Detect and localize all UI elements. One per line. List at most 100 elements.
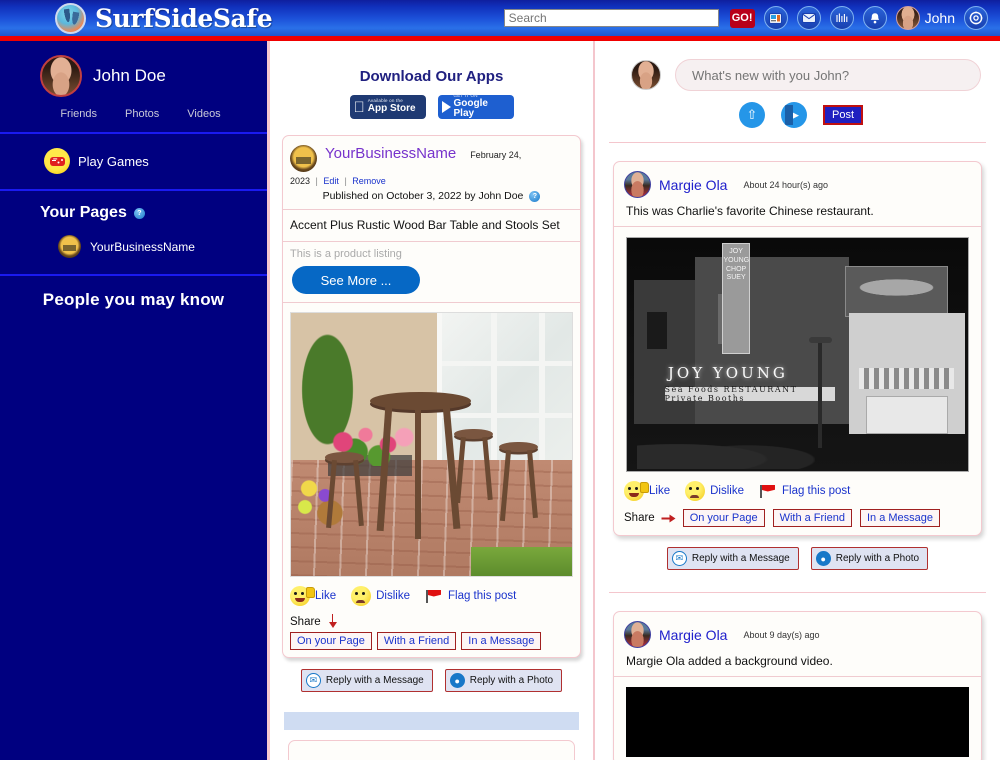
page-body: John Doe Friends Photos Videos Play Game… xyxy=(0,41,1000,760)
app-store-button[interactable]:  Available on the App Store xyxy=(350,95,426,119)
post-timestamp: About 9 day(s) ago xyxy=(743,630,819,640)
like-button[interactable]: Like xyxy=(649,485,670,497)
header-actions: GO! John xyxy=(504,6,988,30)
post-button[interactable]: Post xyxy=(823,105,863,125)
post-author-name[interactable]: Margie Ola xyxy=(659,177,727,193)
sidebar-page-label: YourBusinessName xyxy=(90,240,195,254)
share-in-a-message-button[interactable]: In a Message xyxy=(461,632,541,650)
reply-with-photo-button[interactable]: ● Reply with a Photo xyxy=(445,669,562,692)
status-composer: ⇧ ▶ Post xyxy=(609,41,986,143)
sidebar-pages-section: Your Pages ? YourBusinessName xyxy=(0,191,267,276)
reply-photo-label: Reply with a Photo xyxy=(470,675,553,686)
dislike-emoji-icon[interactable] xyxy=(351,586,371,606)
avatar[interactable] xyxy=(624,621,651,648)
share-on-your-page-button[interactable]: On your Page xyxy=(683,509,765,527)
feed-post-card: Margie Ola About 9 day(s) ago Margie Ola… xyxy=(613,611,982,760)
divider xyxy=(609,592,986,593)
your-pages-heading: Your Pages ? xyxy=(0,204,267,222)
user-menu[interactable]: John xyxy=(896,6,955,30)
photo-sign-marquee: JOY YOUNG CHOP SUEY xyxy=(723,248,748,353)
business-avatar[interactable] xyxy=(290,145,317,172)
reply-with-photo-button[interactable]: ● Reply with a Photo xyxy=(811,547,928,570)
divider xyxy=(614,226,981,227)
post-header: Margie Ola About 24 hour(s) ago xyxy=(624,171,971,198)
arrow-right-icon xyxy=(661,512,676,524)
brand-logo[interactable]: SurfSideSafe xyxy=(55,3,272,34)
sidebar-profile-name: John Doe xyxy=(93,66,166,86)
reply-photo-label: Reply with a Photo xyxy=(836,553,919,564)
flag-icon[interactable] xyxy=(759,484,777,499)
post-author-name[interactable]: YourBusinessName xyxy=(325,145,456,162)
divider xyxy=(283,302,580,303)
reply-row: ✉ Reply with a Message ● Reply with a Ph… xyxy=(282,669,581,692)
sidebar-item-business-page[interactable]: YourBusinessName xyxy=(0,235,267,258)
post-text: Margie Ola added a background video. xyxy=(626,654,971,668)
post-video[interactable] xyxy=(626,687,969,757)
search-go-button[interactable]: GO! xyxy=(730,9,755,28)
share-with-a-friend-button[interactable]: With a Friend xyxy=(377,632,456,650)
avatar xyxy=(40,55,82,97)
like-button[interactable]: Like xyxy=(315,590,336,602)
post-author-name[interactable]: Margie Ola xyxy=(659,627,727,643)
dislike-button[interactable]: Dislike xyxy=(376,590,410,602)
post-edit-link[interactable]: Edit xyxy=(323,176,339,186)
reply-with-message-button[interactable]: ✉ Reply with a Message xyxy=(667,547,799,570)
share-label: Share xyxy=(290,616,321,628)
reaction-row: Like Dislike Flag this post xyxy=(290,586,573,606)
google-play-button[interactable]: GET IT ON Google Play xyxy=(438,95,514,119)
photo-sign-sub: Sea Foods RESTAURANT Private Booths xyxy=(665,387,836,401)
flag-post-button[interactable]: Flag this post xyxy=(448,590,516,602)
newsfeed-icon[interactable] xyxy=(764,6,788,30)
gear-icon[interactable] xyxy=(964,6,988,30)
post-year: 2023 xyxy=(290,176,310,186)
info-icon[interactable]: ? xyxy=(529,191,540,202)
upload-photo-icon[interactable]: ⇧ xyxy=(739,102,765,128)
product-title: Accent Plus Rustic Wood Bar Table and St… xyxy=(290,210,573,241)
share-on-your-page-button[interactable]: On your Page xyxy=(290,632,372,650)
post-date: February 24, xyxy=(470,150,521,160)
product-listing-note: This is a product listing xyxy=(290,242,573,260)
divider xyxy=(614,676,981,677)
post-header: YourBusinessName February 24, xyxy=(290,145,573,172)
reply-with-message-button[interactable]: ✉ Reply with a Message xyxy=(301,669,433,692)
like-emoji-icon[interactable] xyxy=(624,481,644,501)
reply-row: ✉ Reply with a Message ● Reply with a Ph… xyxy=(609,547,986,570)
notifications-bell-icon[interactable] xyxy=(863,6,887,30)
dislike-emoji-icon[interactable] xyxy=(685,481,705,501)
share-in-a-message-button[interactable]: In a Message xyxy=(860,509,940,527)
mail-icon[interactable] xyxy=(797,6,821,30)
app-header: SurfSideSafe GO! John xyxy=(0,0,1000,36)
status-input[interactable] xyxy=(675,59,981,91)
sidebar-link-videos[interactable]: Videos xyxy=(187,108,220,120)
flag-icon[interactable] xyxy=(425,589,443,604)
post-photo[interactable]: JOY YOUNG CHOP SUEY JOY YOUNG Sea Foods … xyxy=(626,237,969,472)
share-with-a-friend-button[interactable]: With a Friend xyxy=(773,509,852,527)
app-store-label: App Store xyxy=(368,104,416,115)
sidebar-link-friends[interactable]: Friends xyxy=(60,108,97,120)
product-image[interactable] xyxy=(290,312,573,577)
like-emoji-icon[interactable] xyxy=(290,586,310,606)
search-input[interactable] xyxy=(504,9,719,27)
post-actions: Like Dislike Flag this post Share On you… xyxy=(290,577,573,650)
people-you-may-know-heading: People you may know xyxy=(0,276,267,310)
post-meta-row: 2023 | Edit | Remove xyxy=(290,176,573,186)
info-icon[interactable]: ? xyxy=(134,208,145,219)
post-published-line: Published on October 3, 2022 by John Doe… xyxy=(290,190,573,202)
sidebar-profile[interactable]: John Doe xyxy=(0,51,267,97)
flag-post-button[interactable]: Flag this post xyxy=(782,485,850,497)
see-more-button[interactable]: See More ... xyxy=(292,266,420,294)
activity-icon[interactable] xyxy=(830,6,854,30)
mail-icon: ✉ xyxy=(306,673,321,688)
dislike-button[interactable]: Dislike xyxy=(710,485,744,497)
upload-video-icon[interactable]: ▶ xyxy=(781,102,807,128)
business-avatar xyxy=(58,235,81,258)
avatar[interactable] xyxy=(624,171,651,198)
sidebar-item-label: Play Games xyxy=(78,154,149,169)
sidebar-item-play-games[interactable]: Play Games xyxy=(0,148,267,174)
post-remove-link[interactable]: Remove xyxy=(352,176,386,186)
sidebar-link-photos[interactable]: Photos xyxy=(125,108,159,120)
share-label: Share xyxy=(624,512,655,524)
post-header: Margie Ola About 9 day(s) ago xyxy=(624,621,971,648)
palm-island-logo-icon xyxy=(55,3,86,34)
middle-column: Download Our Apps  Available on the App… xyxy=(270,41,595,760)
